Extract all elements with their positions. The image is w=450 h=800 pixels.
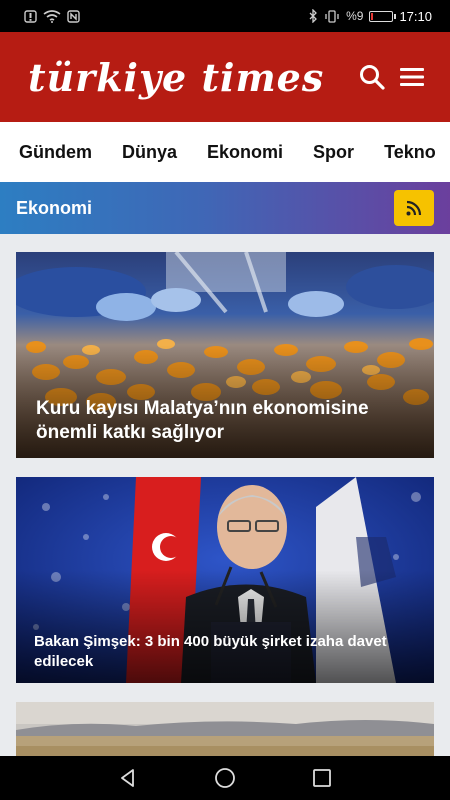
- search-icon: [360, 65, 385, 90]
- article-card[interactable]: Kuru kayısı Malatya’nın ekonomisine önem…: [16, 252, 434, 458]
- clock: 17:10: [399, 8, 432, 24]
- search-button[interactable]: [358, 63, 386, 91]
- category-nav: Gündem Dünya Ekonomi Spor Tekno: [0, 122, 450, 182]
- category-spor[interactable]: Spor: [313, 142, 354, 163]
- back-triangle-icon: [121, 769, 135, 787]
- status-left-icons: [24, 9, 80, 23]
- app-header: türkiye times: [0, 32, 450, 122]
- article-card[interactable]: [16, 702, 434, 757]
- nfc-icon: [67, 9, 80, 23]
- landscape-image: [16, 702, 434, 757]
- header-actions: [358, 63, 426, 91]
- section-header: Ekonomi: [0, 182, 450, 234]
- article-title[interactable]: Bakan Şimşek: 3 bin 400 büyük şirket iza…: [34, 632, 418, 671]
- rss-icon: [406, 200, 422, 216]
- site-logo[interactable]: türkiye times: [28, 55, 324, 100]
- recents-button[interactable]: [307, 763, 337, 793]
- rss-button[interactable]: [394, 190, 434, 226]
- battery-percent: %9: [346, 9, 364, 23]
- vibrate-icon: [324, 9, 340, 23]
- article-title[interactable]: Kuru kayısı Malatya’nın ekonomisine önem…: [36, 397, 418, 446]
- bluetooth-icon: [308, 9, 318, 23]
- home-circle-icon: [215, 768, 235, 788]
- hamburger-menu-icon: [400, 68, 424, 86]
- section-title: Ekonomi: [16, 197, 93, 218]
- battery-level: [371, 12, 374, 20]
- status-bar: %9 17:10: [0, 0, 450, 32]
- article-card[interactable]: Bakan Şimşek: 3 bin 400 büyük şirket iza…: [16, 477, 434, 683]
- category-gundem[interactable]: Gündem: [19, 142, 92, 163]
- menu-button[interactable]: [398, 63, 426, 91]
- recents-square-icon: [312, 769, 331, 787]
- category-ekonomi[interactable]: Ekonomi: [207, 142, 283, 163]
- notification-icon: [24, 9, 37, 23]
- home-button[interactable]: [210, 763, 240, 793]
- category-dunya[interactable]: Dünya: [122, 142, 177, 163]
- battery-icon: [369, 10, 397, 22]
- status-right-icons: %9 17:10: [308, 9, 432, 24]
- back-button[interactable]: [113, 763, 143, 793]
- wifi-icon: [43, 9, 61, 23]
- category-tekno[interactable]: Tekno: [384, 142, 436, 163]
- system-nav-bar: [0, 756, 450, 800]
